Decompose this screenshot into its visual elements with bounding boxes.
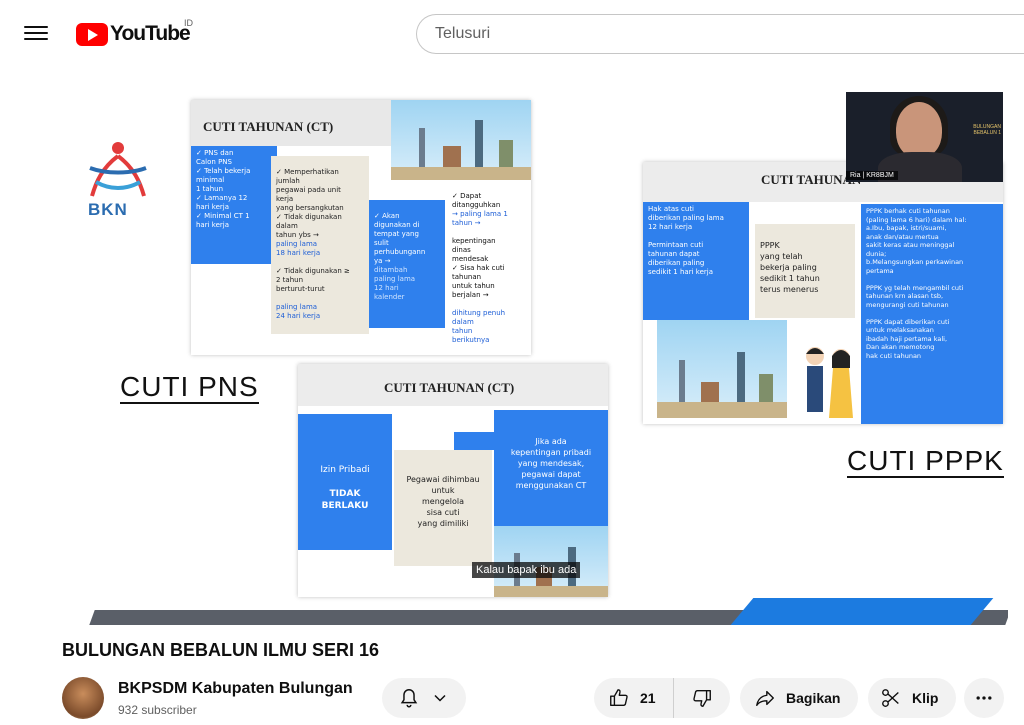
share-button[interactable]: Bagikan bbox=[740, 678, 858, 718]
video-player[interactable]: BKN CUTI TAHUNAN (CT) ✓ PNS dan Calon PN… bbox=[62, 80, 1008, 625]
label-cuti-pns: CUTI PNS bbox=[120, 371, 259, 404]
search-input[interactable] bbox=[416, 14, 1024, 54]
video-title: BULUNGAN BEBALUN ILMU SERI 16 bbox=[62, 640, 380, 660]
logo-text: YouTube bbox=[110, 22, 191, 45]
notification-button[interactable] bbox=[382, 678, 466, 718]
box-text: ✓ Akan digunakan di tempat yang sulit pe… bbox=[374, 212, 426, 265]
slide-box: ✓ PNS dan Calon PNS ✓ Telah bekerja mini… bbox=[191, 146, 277, 264]
slide-box: Jika ada kepentingan pribadi yang mendes… bbox=[494, 410, 608, 526]
more-horizontal-icon bbox=[976, 696, 992, 700]
box-highlight: paling lama 18 hari kerja bbox=[276, 240, 321, 257]
youtube-logo[interactable]: YouTube bbox=[76, 22, 191, 46]
box-text: kepentingan dinas mendesak ✓ Sisa hak cu… bbox=[452, 237, 505, 299]
webcam-overlay: BULUNGAN BEBALUN 1 Ria | KR8BJM bbox=[846, 92, 1003, 182]
wedding-couple-icon bbox=[806, 347, 853, 418]
card-title: CUTI TAHUNAN (CT) bbox=[384, 380, 515, 395]
subtitle-caption: Kalau bapak ibu ada bbox=[472, 562, 581, 578]
webcam-name-tag: Ria | KR8BJM bbox=[846, 171, 898, 180]
more-actions-button[interactable] bbox=[964, 678, 1004, 718]
slide-footer-accent bbox=[730, 598, 994, 625]
share-icon bbox=[756, 690, 774, 707]
like-dislike-group: 21 bbox=[594, 678, 730, 718]
box-text: Izin Pribadi bbox=[320, 465, 370, 475]
box-highlight: ditambah paling lama 12 hari kalender bbox=[374, 266, 416, 301]
box-text: TIDAK BERLAKU bbox=[321, 489, 369, 511]
subscriber-count: 932 subscriber bbox=[118, 703, 197, 717]
slide-box: Pegawai dihimbau untuk mengelola sisa cu… bbox=[394, 450, 492, 566]
clip-button[interactable]: Klip bbox=[868, 678, 956, 718]
thumbs-up-icon bbox=[610, 689, 628, 707]
top-bar: YouTube ID bbox=[0, 0, 1024, 70]
thumbs-down-icon bbox=[693, 689, 711, 707]
travel-illustration bbox=[391, 100, 531, 180]
slide-box: ✓ Memperhatikan jumlah pegawai pada unit… bbox=[271, 156, 369, 334]
bell-icon bbox=[400, 689, 418, 708]
travel-illustration bbox=[657, 320, 787, 418]
like-button[interactable]: 21 bbox=[594, 678, 674, 718]
slide-card-pns: CUTI TAHUNAN (CT) ✓ PNS dan Calon PNS ✓ … bbox=[191, 100, 531, 355]
dislike-button[interactable] bbox=[674, 678, 730, 718]
slide-box: ✓ Dapat ditangguhkan → paling lama 1 tah… bbox=[447, 180, 531, 350]
scissors-icon bbox=[882, 689, 899, 707]
slide-card-pppk: CUTI TAHUNAN Hak atas cuti diberikan pal… bbox=[643, 162, 1003, 424]
youtube-play-icon bbox=[76, 22, 108, 46]
label-cuti-pppk: CUTI PPPK bbox=[847, 445, 1004, 478]
slide-box: PPPK yang telah bekerja paling sedikit 1… bbox=[755, 224, 855, 318]
menu-icon[interactable] bbox=[22, 22, 50, 46]
share-label: Bagikan bbox=[786, 690, 841, 706]
slide-box: Hak atas cuti diberikan paling lama 12 h… bbox=[643, 202, 749, 320]
bkn-logo-text: BKN bbox=[88, 200, 128, 219]
country-code: ID bbox=[184, 18, 193, 28]
box-highlight: paling lama 24 hari kerja bbox=[276, 303, 321, 320]
chevron-down-icon bbox=[434, 694, 446, 702]
clip-label: Klip bbox=[912, 690, 939, 706]
card-title: CUTI TAHUNAN (CT) bbox=[203, 119, 334, 134]
box-text: ✓ Tidak digunakan ≥ 2 tahun berturut-tur… bbox=[276, 267, 350, 293]
channel-avatar[interactable] bbox=[62, 677, 104, 719]
box-text: ✓ Memperhatikan jumlah pegawai pada unit… bbox=[276, 168, 344, 239]
slide-box: ✓ Akan digunakan di tempat yang sulit pe… bbox=[369, 200, 445, 328]
channel-name[interactable]: BKPSDM Kabupaten Bulungan bbox=[118, 680, 353, 698]
webcam-side-text: BULUNGAN BEBALUN 1 bbox=[973, 124, 1001, 136]
box-highlight: dihitung penuh dalam tahun berikutnya bbox=[452, 309, 506, 344]
box-highlight: → paling lama 1 tahun → bbox=[452, 210, 508, 227]
slide-box: Izin Pribadi TIDAK BERLAKU bbox=[298, 414, 392, 550]
slide-box: PPPK berhak cuti tahunan (paling lama 6 … bbox=[861, 204, 1003, 424]
like-count: 21 bbox=[640, 690, 656, 706]
box-text: ✓ Dapat ditangguhkan bbox=[452, 192, 501, 209]
